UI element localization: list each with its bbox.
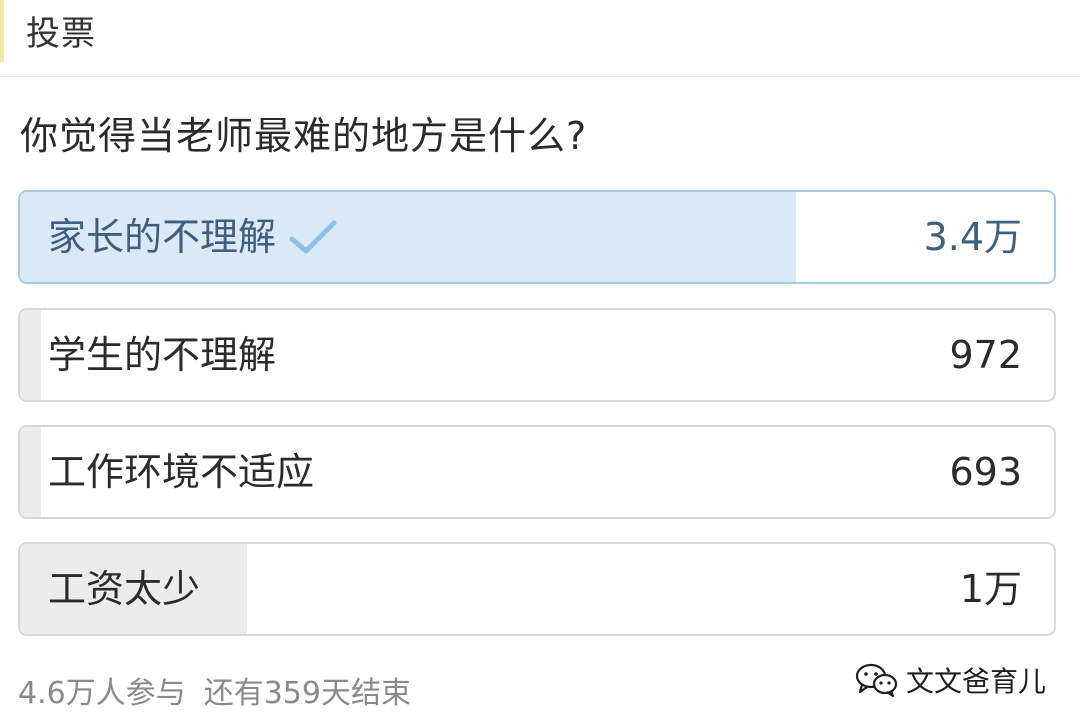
option-vote-count: 693 <box>949 450 1022 494</box>
poll-option-environment[interactable]: 工作环境不适应 693 <box>18 425 1056 519</box>
poll-footer: 4.6万人参与 还有359天结束 <box>18 668 411 720</box>
watermark-text: 文文爸育儿 <box>905 665 1046 698</box>
poll-option-students[interactable]: 学生的不理解 972 <box>18 308 1056 402</box>
page-title: 投票 <box>26 14 96 54</box>
option-vote-count: 972 <box>949 333 1022 377</box>
option-vote-count: 3.4万 <box>923 215 1022 259</box>
participant-count: 4.6万人参与 <box>18 676 186 711</box>
option-label: 工作环境不适应 <box>48 450 315 494</box>
option-progress-fill <box>20 310 41 400</box>
wechat-icon <box>855 663 898 698</box>
check-icon <box>289 220 337 254</box>
header-accent-bar <box>0 0 4 62</box>
option-label-row: 工作环境不适应 <box>48 427 314 517</box>
poll-question: 你觉得当老师最难的地方是什么? <box>20 114 588 158</box>
poll-option-salary[interactable]: 工资太少 1万 <box>18 542 1056 636</box>
option-label-row: 学生的不理解 <box>48 310 276 400</box>
option-label-row: 工资太少 <box>48 544 200 634</box>
option-label: 工资太少 <box>48 567 201 611</box>
poll-option-parents[interactable]: 家长的不理解 3.4万 <box>18 190 1056 284</box>
option-progress-fill <box>20 427 41 517</box>
option-label-row: 家长的不理解 <box>48 192 338 282</box>
option-vote-count: 1万 <box>959 567 1022 611</box>
option-label: 家长的不理解 <box>48 215 277 259</box>
option-label: 学生的不理解 <box>48 333 277 377</box>
poll-header: 投票 <box>0 0 1080 77</box>
account-watermark: 文文爸育儿 <box>854 660 1046 700</box>
time-remaining: 还有359天结束 <box>203 676 411 711</box>
